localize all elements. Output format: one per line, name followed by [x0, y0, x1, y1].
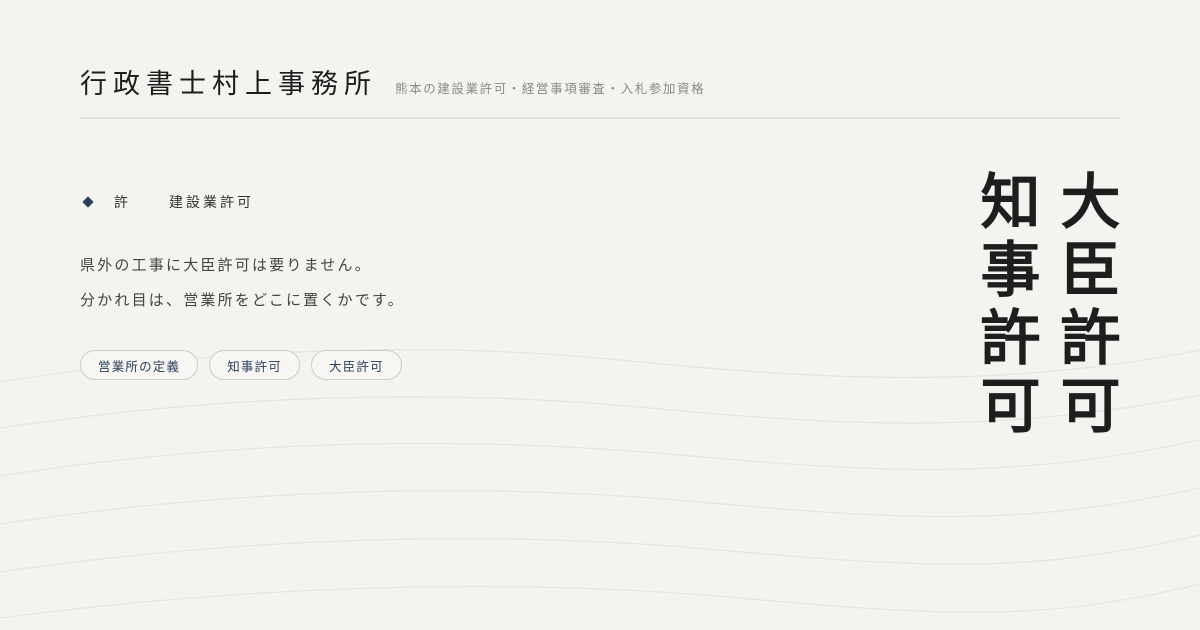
vertical-heading: 知事許可 大臣許可: [970, 170, 1120, 442]
section-label-text: 建設業許可: [169, 195, 254, 211]
body-line-2: 分かれ目は、営業所をどこに置くかです。: [80, 291, 405, 309]
diamond-icon: [82, 196, 94, 208]
section-label-kanji: 許: [114, 195, 131, 211]
header-divider: [80, 117, 1120, 119]
site-header: 行政書士村上事務所 熊本の建設業許可・経営事項審査・入札参加資格: [80, 62, 1120, 101]
site-tagline: 熊本の建設業許可・経営事項審査・入札参加資格: [395, 81, 706, 96]
body-line-1: 県外の工事に大臣許可は要りません。: [80, 256, 372, 274]
tag-minister-permit[interactable]: 大臣許可: [311, 350, 402, 380]
vertical-heading-right: 知事許可: [970, 170, 1040, 442]
site-title[interactable]: 行政書士村上事務所: [80, 62, 377, 101]
tag-list: 営業所の定義 知事許可 大臣許可: [80, 350, 402, 380]
vertical-heading-left: 大臣許可: [1050, 170, 1120, 442]
tag-governor-permit[interactable]: 知事許可: [209, 350, 301, 380]
body-text: 県外の工事に大臣許可は要りません。 分かれ目は、営業所をどこに置くかです。: [80, 248, 405, 318]
tag-office-definition[interactable]: 営業所の定義: [80, 350, 199, 380]
section-label: 許 建設業許可: [82, 192, 254, 212]
